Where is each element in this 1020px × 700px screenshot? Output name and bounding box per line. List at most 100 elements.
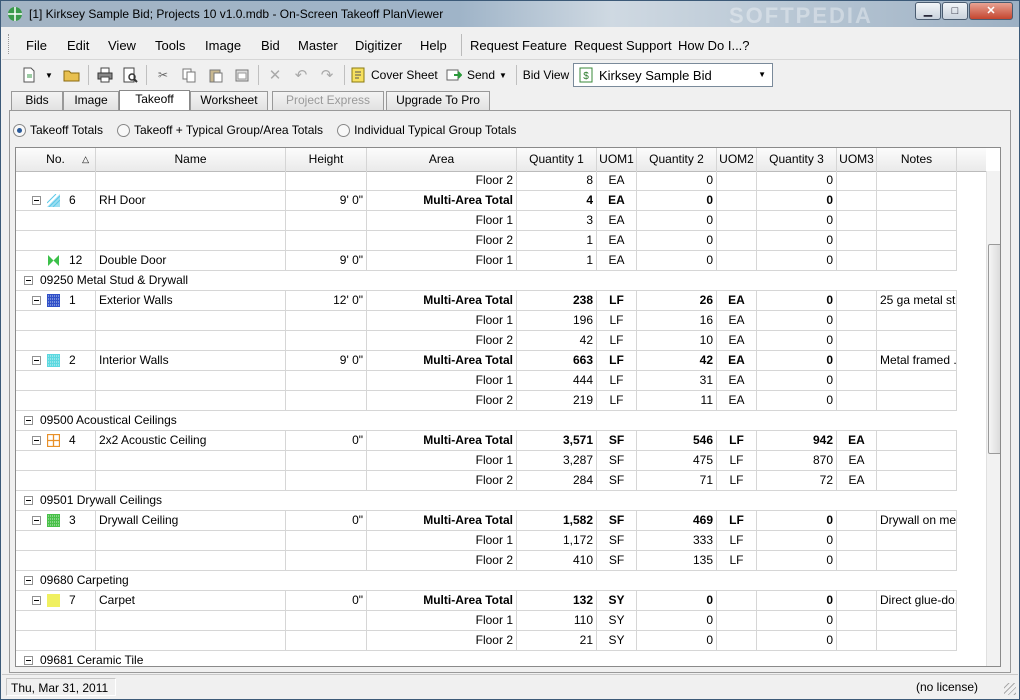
area-subtotal-row[interactable]: Floor 2 21 SY 0 0	[16, 631, 957, 651]
menu-master[interactable]: Master	[298, 38, 338, 53]
menu-bid[interactable]: Bid	[261, 38, 280, 53]
condition-row[interactable]: 1 Exterior Walls 12' 0" Multi-Area Total 238…	[16, 291, 957, 311]
area-subtotal-row[interactable]: Floor 2 219 LF 11 EA 0	[16, 391, 957, 411]
collapse-icon[interactable]	[32, 356, 41, 366]
condition-row[interactable]: 12 Double Door 9' 0" Floor 1 1 EA 0 0	[16, 251, 957, 271]
collapse-icon[interactable]	[24, 656, 33, 666]
group-header-row[interactable]: 09250 Metal Stud & Drywall	[16, 271, 957, 291]
vertical-scrollbar[interactable]	[986, 171, 1000, 666]
print-preview-icon[interactable]	[119, 64, 141, 86]
maximize-button[interactable]: □	[942, 2, 968, 20]
tab-project-express[interactable]: Project Express	[272, 91, 384, 110]
cell-height: 9' 0"	[286, 251, 367, 271]
area-subtotal-row[interactable]: Floor 1 110 SY 0 0	[16, 611, 957, 631]
column-header-area[interactable]: Area	[367, 148, 517, 172]
collapse-icon[interactable]	[32, 196, 41, 206]
open-folder-icon[interactable]	[60, 64, 84, 86]
area-subtotal-row[interactable]: Floor 1 3,287 SF 475 LF 870 EA	[16, 451, 957, 471]
resize-grip-icon[interactable]	[1004, 683, 1016, 695]
cell-q3: 0	[757, 191, 837, 211]
area-subtotal-row[interactable]: Floor 2 284 SF 71 LF 72 EA	[16, 471, 957, 491]
send-button[interactable]: Send ▼	[446, 64, 512, 86]
cell-u2: EA	[717, 311, 757, 331]
menu-view[interactable]: View	[108, 38, 136, 53]
paste-icon[interactable]	[205, 64, 227, 86]
collapse-icon[interactable]	[24, 496, 33, 506]
scrollbar-thumb[interactable]	[988, 244, 1000, 454]
print-icon[interactable]	[94, 64, 116, 86]
condition-row[interactable]: 6 RH Door 9' 0" Multi-Area Total 4 EA 0 0	[16, 191, 957, 211]
cell-q1: 284	[517, 471, 597, 491]
area-subtotal-row[interactable]: Floor 1 3 EA 0 0	[16, 211, 957, 231]
paste-special-icon[interactable]	[231, 64, 253, 86]
area-subtotal-row[interactable]: Floor 2 8 EA 0 0	[16, 171, 957, 191]
condition-row[interactable]: 2 Interior Walls 9' 0" Multi-Area Total 663 L…	[16, 351, 957, 371]
collapse-icon[interactable]	[24, 416, 33, 426]
group-label: 09681 Ceramic Tile	[40, 653, 144, 667]
redo-icon[interactable]: ↷	[316, 64, 338, 86]
menu-request-support[interactable]: Request Support	[574, 38, 672, 53]
tab-upgrade-to-pro[interactable]: Upgrade To Pro	[386, 91, 490, 110]
collapse-icon[interactable]	[32, 296, 41, 306]
group-header-row[interactable]: 09501 Drywall Ceilings	[16, 491, 957, 511]
area-subtotal-row[interactable]: Floor 1 1,172 SF 333 LF 0	[16, 531, 957, 551]
chevron-down-icon: ▼	[758, 70, 766, 79]
new-document-icon[interactable]	[16, 64, 42, 86]
menu-edit[interactable]: Edit	[67, 38, 89, 53]
radio-individual-typical-group-totals[interactable]: Individual Typical Group Totals	[337, 123, 516, 137]
column-header-height[interactable]: Height	[286, 148, 367, 172]
column-header-u2[interactable]: UOM2	[717, 148, 757, 172]
menu-image[interactable]: Image	[205, 38, 241, 53]
delete-icon[interactable]: ✕	[264, 64, 286, 86]
radio-takeoff-totals[interactable]: Takeoff Totals	[13, 123, 103, 137]
cut-icon[interactable]: ✂	[152, 64, 174, 86]
column-header-q3[interactable]: Quantity 3	[757, 148, 837, 172]
tab-image[interactable]: Image	[63, 91, 119, 110]
menu-digitizer[interactable]: Digitizer	[355, 38, 402, 53]
collapse-icon[interactable]	[32, 596, 41, 606]
column-header-no[interactable]: No. △	[16, 148, 96, 172]
cover-sheet-button[interactable]: Cover Sheet	[350, 64, 442, 86]
area-subtotal-row[interactable]: Floor 2 42 LF 10 EA 0	[16, 331, 957, 351]
tab-bids[interactable]: Bids	[11, 91, 63, 110]
menu-how-do-i[interactable]: How Do I...?	[678, 38, 750, 53]
area-subtotal-row[interactable]: Floor 2 410 SF 135 LF 0	[16, 551, 957, 571]
column-header-notes[interactable]: Notes	[877, 148, 957, 172]
collapse-icon[interactable]	[24, 576, 33, 586]
column-header-q2[interactable]: Quantity 2	[637, 148, 717, 172]
condition-row[interactable]: 3 Drywall Ceiling 0" Multi-Area Total 1,582 S…	[16, 511, 957, 531]
menu-help[interactable]: Help	[420, 38, 447, 53]
bid-view-select[interactable]: $ Kirksey Sample Bid ▼	[573, 63, 773, 87]
group-header-row[interactable]: 09500 Acoustical Ceilings	[16, 411, 957, 431]
cell-no	[16, 371, 96, 391]
copy-icon[interactable]	[178, 64, 200, 86]
menu-tools[interactable]: Tools	[155, 38, 185, 53]
column-header-u3[interactable]: UOM3	[837, 148, 877, 172]
condition-row[interactable]: 4 2x2 Acoustic Ceiling 0" Multi-Area Total 3…	[16, 431, 957, 451]
column-header-q1[interactable]: Quantity 1	[517, 148, 597, 172]
minimize-button[interactable]: ▁	[915, 2, 941, 20]
cell-q1: 663	[517, 351, 597, 371]
tab-worksheet[interactable]: Worksheet	[190, 91, 268, 110]
condition-row[interactable]: 7 Carpet 0" Multi-Area Total 132 SY 0 0 Direct g…	[16, 591, 957, 611]
cell-notes	[877, 231, 957, 251]
column-header-name[interactable]: Name	[96, 148, 286, 172]
menu-request-feature[interactable]: Request Feature	[470, 38, 567, 53]
undo-icon[interactable]: ↶	[290, 64, 312, 86]
collapse-icon[interactable]	[32, 436, 41, 446]
column-header-u1[interactable]: UOM1	[597, 148, 637, 172]
group-header-row[interactable]: 09681 Ceramic Tile	[16, 651, 957, 667]
tab-takeoff[interactable]: Takeoff	[119, 90, 190, 111]
area-subtotal-row[interactable]: Floor 2 1 EA 0 0	[16, 231, 957, 251]
menu-file[interactable]: File	[26, 38, 47, 53]
group-header-row[interactable]: 09680 Carpeting	[16, 571, 957, 591]
close-button[interactable]: ✕	[969, 2, 1013, 20]
cell-u2	[717, 171, 757, 191]
radio-typical-group-area-totals[interactable]: Takeoff + Typical Group/Area Totals	[116, 123, 323, 137]
new-dropdown-arrow-icon[interactable]: ▼	[42, 64, 56, 86]
area-subtotal-row[interactable]: Floor 1 444 LF 31 EA 0	[16, 371, 957, 391]
collapse-icon[interactable]	[32, 516, 41, 526]
area-subtotal-row[interactable]: Floor 1 196 LF 16 EA 0	[16, 311, 957, 331]
collapse-icon[interactable]	[24, 276, 33, 286]
cell-u2: EA	[717, 291, 757, 311]
